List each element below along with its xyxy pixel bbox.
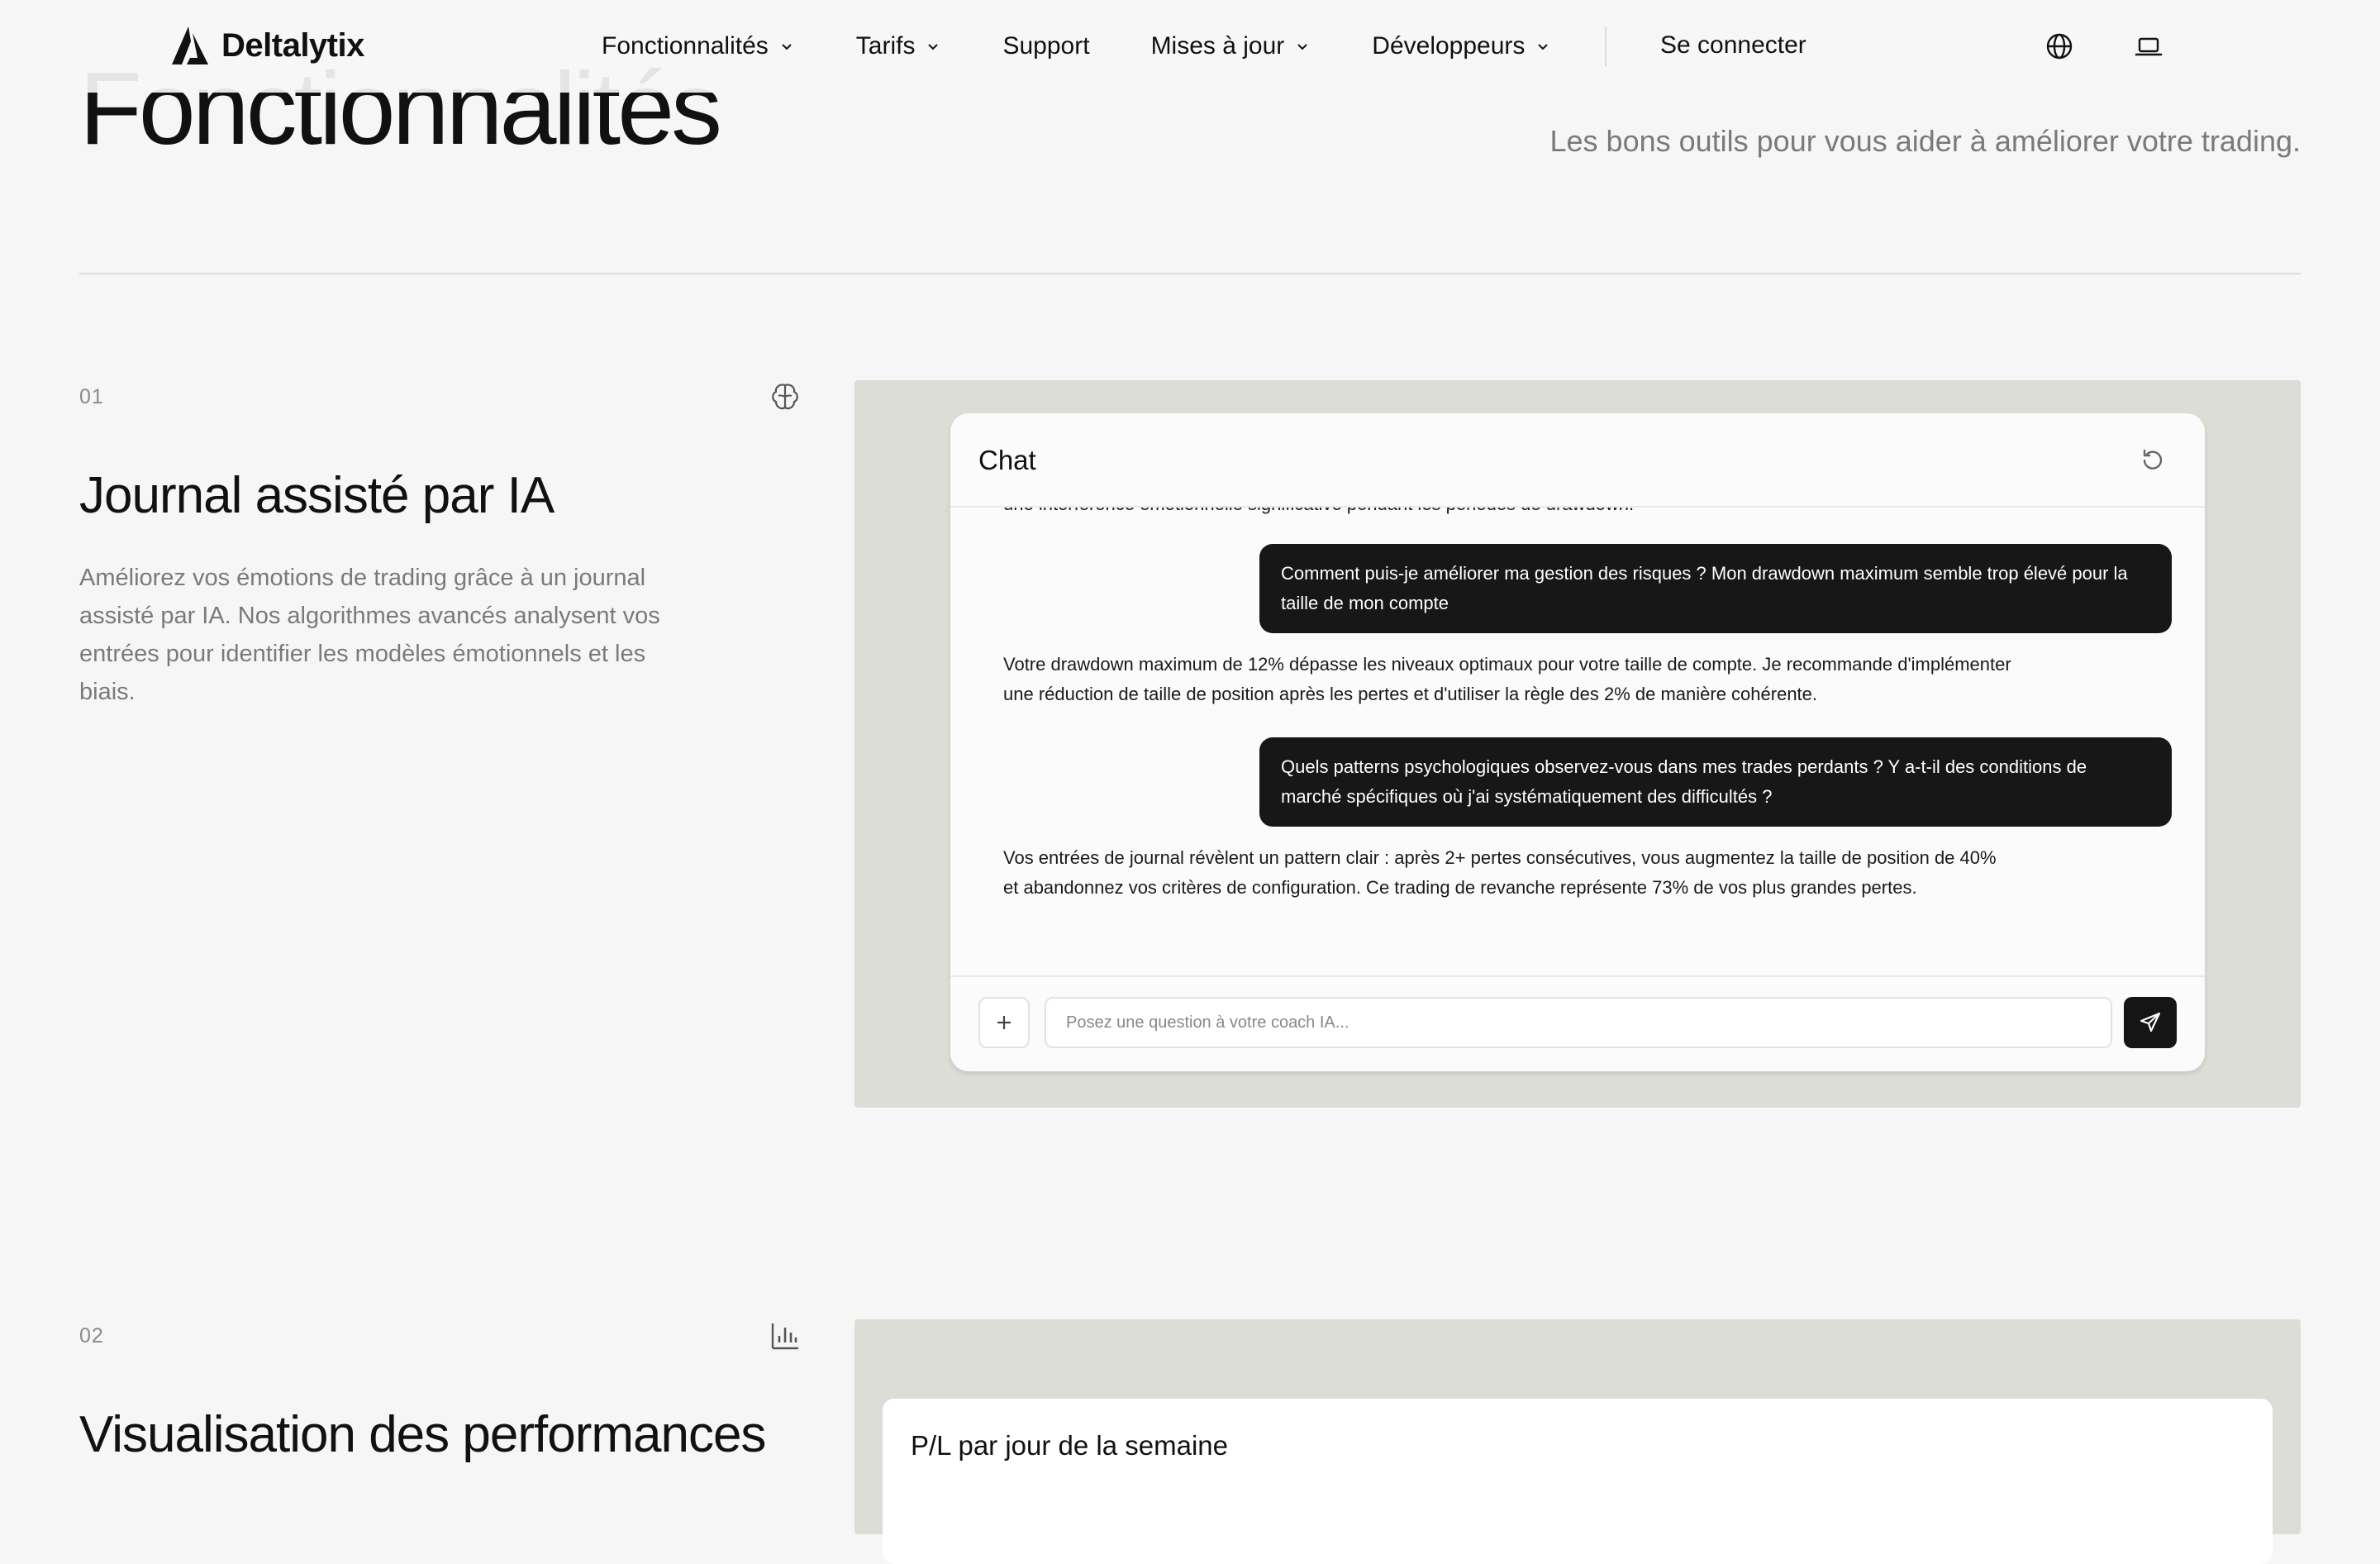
- feature-description: Améliorez vos émotions de trading grâce …: [79, 565, 660, 705]
- logo-link[interactable]: Deltalytix: [170, 25, 364, 66]
- nav-item-label: Tarifs: [855, 32, 916, 60]
- chevron-down-icon: [928, 44, 939, 50]
- chat-header: Chat: [950, 413, 2205, 508]
- pl-by-weekday-card: P/L par jour de la semaine: [883, 1399, 2273, 1564]
- performance-preview-panel: P/L par jour de la semaine: [854, 1319, 2301, 1564]
- refresh-icon[interactable]: [2139, 446, 2167, 474]
- brain-icon: [772, 384, 798, 410]
- attach-button[interactable]: [978, 997, 1030, 1048]
- nav-item-mises-a-jour[interactable]: Mises à jour: [1151, 32, 1311, 60]
- feature-title: Visualisation des performances: [79, 1406, 766, 1463]
- nav-divider: [1605, 26, 1606, 66]
- chat-preview-panel: Chat une interférence émotionnelle signi…: [854, 380, 2301, 1108]
- feature-number: 01: [79, 385, 104, 408]
- user-message: Quels patterns psychologiques observez-v…: [1259, 737, 2172, 827]
- login-link[interactable]: Se connecter: [1660, 31, 1806, 60]
- nav-item-label: Développeurs: [1372, 32, 1526, 60]
- nav-item-label: Mises à jour: [1150, 32, 1285, 60]
- delta-logo-icon: [172, 26, 208, 64]
- bar-chart-icon: [771, 1323, 798, 1350]
- chat-title: Chat: [978, 445, 1036, 475]
- send-icon: [2140, 1012, 2161, 1032]
- section-divider: [79, 273, 2301, 274]
- chat-card: Chat une interférence émotionnelle signi…: [950, 413, 2205, 1071]
- chat-input[interactable]: [1045, 997, 2112, 1048]
- nav-item-fonctionnalites[interactable]: Fonctionnalités: [602, 32, 795, 60]
- ai-message: Vos entrées de journal révèlent un patte…: [1003, 847, 1997, 898]
- chat-messages[interactable]: une interférence émotionnelle significat…: [950, 508, 2205, 979]
- nav-item-label: Fonctionnalités: [602, 32, 769, 60]
- logo-text: Deltalytix: [221, 26, 364, 64]
- chat-footer: [950, 975, 2205, 1071]
- nav-item-label: Support: [1002, 32, 1090, 60]
- globe-icon[interactable]: [2044, 31, 2074, 61]
- chevron-down-icon: [782, 44, 792, 50]
- nav-item-support[interactable]: Support: [1002, 32, 1089, 60]
- user-message: Comment puis-je améliorer ma gestion des…: [1259, 544, 2172, 633]
- plus-icon: [997, 1016, 1011, 1029]
- nav-item-tarifs[interactable]: Tarifs: [856, 32, 942, 60]
- chevron-down-icon: [1538, 44, 1549, 50]
- laptop-icon[interactable]: [2134, 31, 2163, 61]
- ai-message: une interférence émotionnelle significat…: [1003, 508, 2011, 519]
- nav-item-developpeurs[interactable]: Développeurs: [1372, 32, 1551, 60]
- top-navbar: Deltalytix Fonctionnalités Tarifs Suppor…: [0, 0, 2380, 93]
- pl-card-title: P/L par jour de la semaine: [911, 1430, 1228, 1461]
- feature-title: Journal assisté par IA: [79, 467, 555, 524]
- chevron-down-icon: [1297, 44, 1307, 50]
- ai-message: Votre drawdown maximum de 12% dépasse le…: [1003, 654, 2011, 704]
- send-button[interactable]: [2124, 997, 2177, 1048]
- feature-number: 02: [79, 1324, 104, 1347]
- nav-links: Fonctionnalités Tarifs Support Mises à j…: [602, 0, 1612, 93]
- page-subtitle: Les bons outils pour vous aider à amélio…: [1549, 124, 2301, 158]
